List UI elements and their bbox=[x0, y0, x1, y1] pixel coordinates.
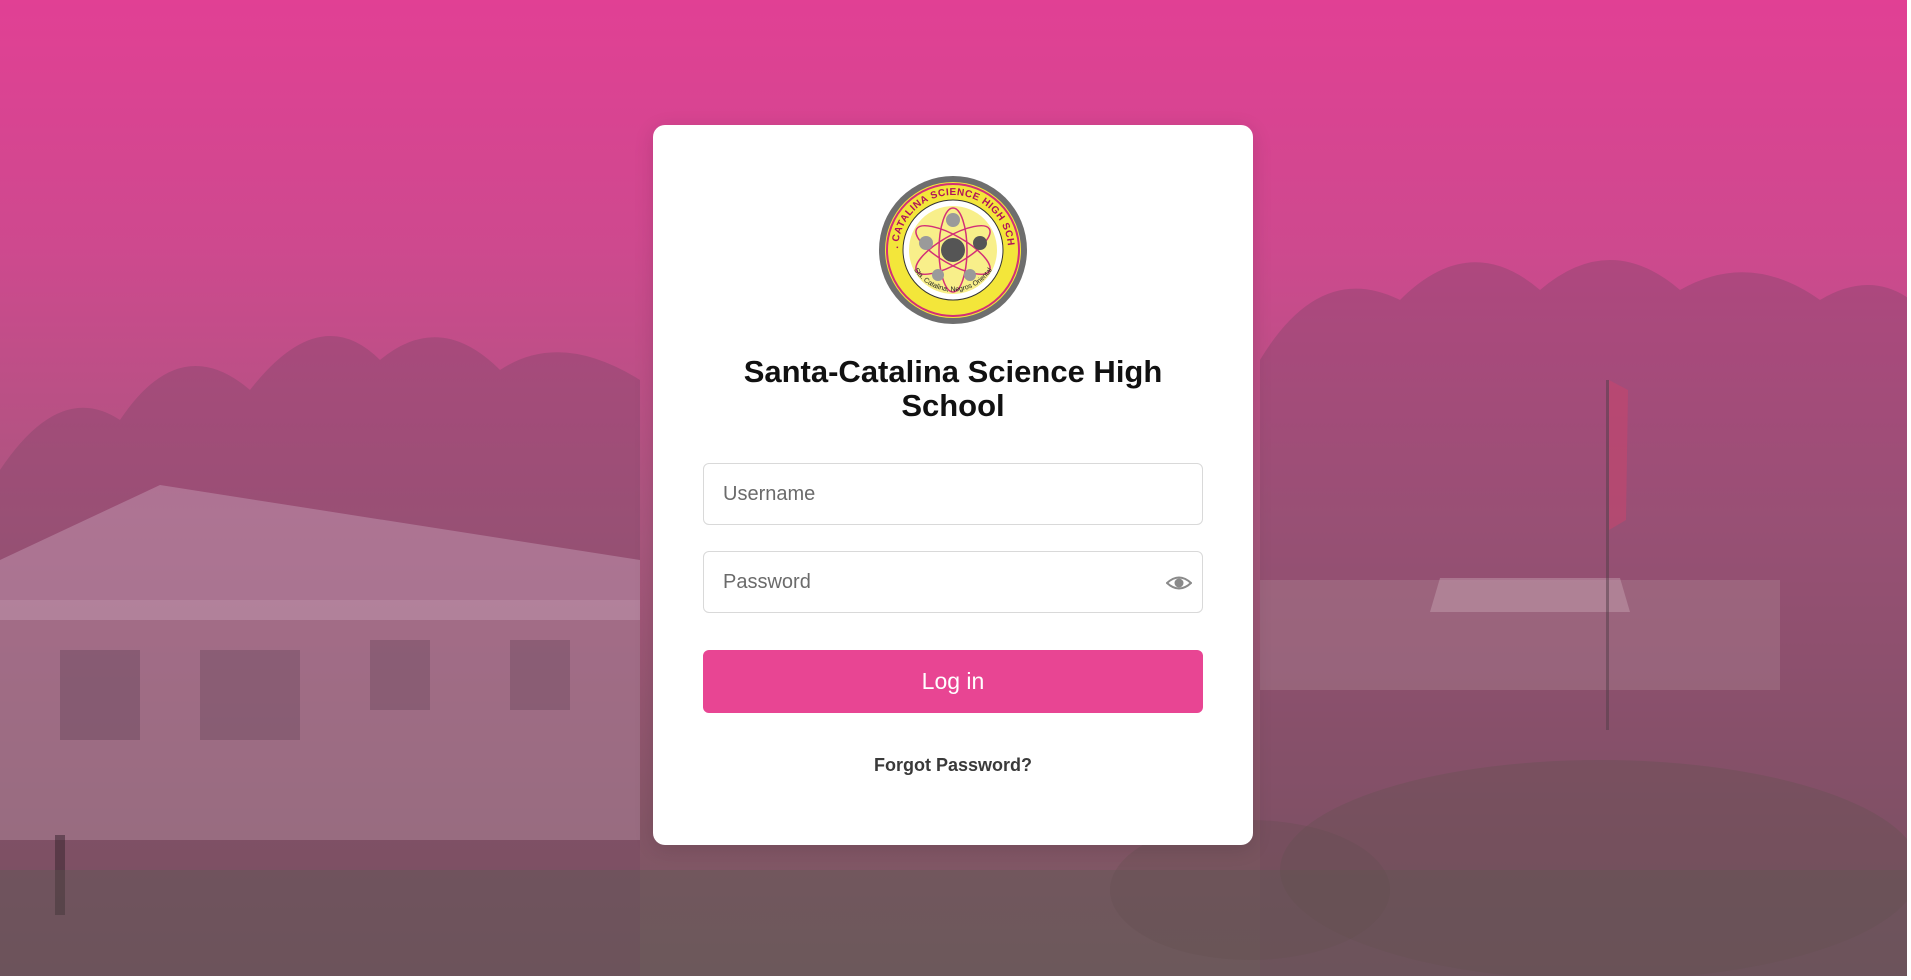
username-field[interactable] bbox=[703, 463, 1203, 525]
school-name-title: Santa-Catalina Science High School bbox=[743, 354, 1163, 423]
school-seal-logo: STA. CATALINA SCIENCE HIGH SCHOOL Sta. C… bbox=[878, 175, 1027, 324]
login-card: STA. CATALINA SCIENCE HIGH SCHOOL Sta. C… bbox=[653, 125, 1253, 845]
eye-icon[interactable] bbox=[1166, 571, 1192, 595]
page-right-border bbox=[1907, 0, 1911, 980]
password-field[interactable] bbox=[703, 551, 1203, 613]
forgot-password-link[interactable]: Forgot Password? bbox=[803, 755, 1103, 776]
username-input[interactable] bbox=[704, 464, 1202, 524]
login-button[interactable]: Log in bbox=[703, 650, 1203, 713]
password-input[interactable] bbox=[704, 552, 1202, 612]
page-bottom-border bbox=[0, 976, 1911, 980]
